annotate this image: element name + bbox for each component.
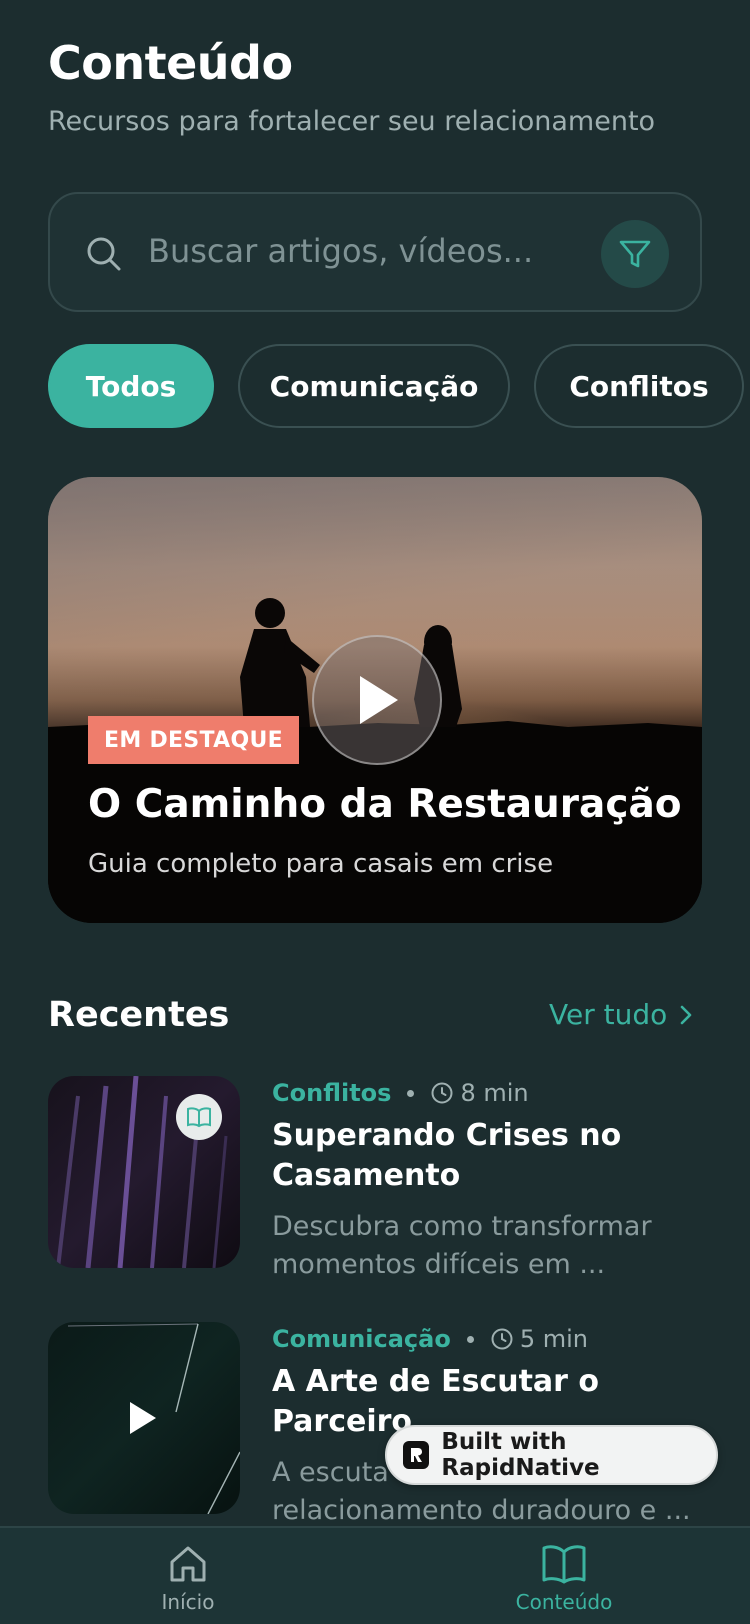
tab-inicio[interactable]: Início bbox=[108, 1542, 268, 1614]
book-icon bbox=[187, 1107, 211, 1128]
home-icon bbox=[170, 1546, 206, 1582]
filter-icon bbox=[619, 240, 651, 268]
page-title: Conteúdo bbox=[48, 36, 293, 90]
rapidnative-label: Built with RapidNative bbox=[441, 1429, 600, 1481]
search-input[interactable]: Buscar artigos, vídeos... bbox=[148, 232, 533, 270]
chip-todos[interactable]: Todos bbox=[48, 344, 214, 428]
see-all-label: Ver tudo bbox=[549, 998, 668, 1031]
page-subtitle: Recursos para fortalecer seu relacioname… bbox=[48, 106, 656, 137]
rapidnative-logo-icon bbox=[403, 1441, 430, 1469]
item-meta: Comunicação 5 min bbox=[272, 1322, 588, 1356]
list-item[interactable]: Comunicação 5 min A Arte de Escutar o Pa… bbox=[48, 1322, 708, 1526]
see-all-link[interactable]: Ver tudo bbox=[549, 998, 693, 1031]
bottom-tab-bar: Início Conteúdo bbox=[0, 1526, 750, 1624]
book-open-icon bbox=[542, 1545, 586, 1584]
item-duration-label: 8 min bbox=[460, 1079, 529, 1107]
section-title-recentes: Recentes bbox=[48, 995, 230, 1035]
featured-card[interactable]: EM DESTAQUE O Caminho da Restauração Gui… bbox=[48, 477, 702, 923]
item-description: Descubra como transformar momentos difíc… bbox=[272, 1211, 652, 1280]
tab-inicio-label: Início bbox=[161, 1590, 215, 1614]
play-button[interactable] bbox=[312, 635, 442, 765]
item-category: Conflitos bbox=[272, 1079, 392, 1107]
play-icon bbox=[130, 1402, 156, 1434]
chip-conflitos[interactable]: Conflitos bbox=[534, 344, 744, 428]
chevron-right-icon bbox=[680, 1005, 692, 1024]
play-icon bbox=[360, 676, 398, 724]
rapidnative-badge[interactable]: Built with RapidNative bbox=[385, 1425, 718, 1485]
search-icon bbox=[87, 237, 121, 271]
article-thumbnail bbox=[48, 1076, 240, 1268]
tab-conteudo-label: Conteúdo bbox=[515, 1590, 613, 1614]
item-category: Comunicação bbox=[272, 1325, 451, 1353]
item-duration: 8 min bbox=[430, 1079, 529, 1107]
clock-icon bbox=[491, 1328, 513, 1350]
featured-badge: EM DESTAQUE bbox=[88, 716, 299, 764]
tab-conteudo[interactable]: Conteúdo bbox=[484, 1542, 644, 1614]
type-badge bbox=[176, 1094, 222, 1140]
meta-dot bbox=[466, 1335, 474, 1343]
list-item[interactable]: Conflitos 8 min Superando Crises no Casa… bbox=[48, 1076, 708, 1280]
meta-dot bbox=[407, 1089, 415, 1097]
article-thumbnail bbox=[48, 1322, 240, 1514]
item-title: Superando Crises no Casamento bbox=[272, 1118, 622, 1193]
clock-icon bbox=[431, 1082, 453, 1104]
filter-button[interactable] bbox=[601, 220, 669, 288]
search-bar[interactable]: Buscar artigos, vídeos... bbox=[48, 192, 702, 312]
item-meta: Conflitos 8 min bbox=[272, 1076, 529, 1110]
featured-subtitle: Guia completo para casais em crise bbox=[88, 849, 554, 879]
item-duration: 5 min bbox=[490, 1325, 588, 1353]
item-duration-label: 5 min bbox=[519, 1325, 588, 1353]
featured-title: O Caminho da Restauração bbox=[88, 782, 682, 827]
chip-comunicacao[interactable]: Comunicação bbox=[238, 344, 510, 428]
content-screen: Conteúdo Recursos para fortalecer seu re… bbox=[0, 0, 750, 1624]
